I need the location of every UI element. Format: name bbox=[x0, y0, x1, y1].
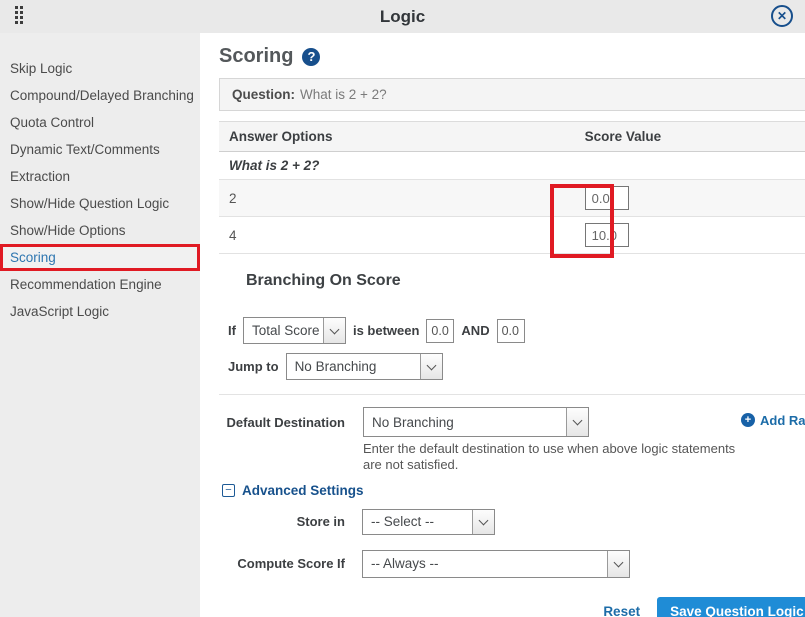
store-in-select[interactable]: -- Select -- bbox=[362, 509, 495, 535]
chevron-down-icon bbox=[607, 551, 629, 577]
plus-circle-icon: + bbox=[741, 413, 755, 427]
question-label: Question: bbox=[232, 87, 295, 102]
answer-options-table: Answer Options Score Value What is 2 + 2… bbox=[219, 121, 805, 254]
dialog-title: Logic bbox=[0, 7, 805, 27]
default-destination-help-text: Enter the default destination to use whe… bbox=[363, 441, 741, 474]
logic-dialog: Logic ✕ Skip Logic Compound/Delayed Bran… bbox=[0, 0, 805, 617]
branching-on-score-section: Branching On Score If Total Score is bet… bbox=[219, 272, 805, 380]
table-group-row: What is 2 + 2? bbox=[219, 152, 805, 180]
scoring-title: Scoring bbox=[219, 45, 293, 68]
and-label: AND bbox=[461, 323, 489, 338]
reset-link[interactable]: Reset bbox=[603, 604, 640, 617]
sidebar-item-dynamic-text-comments[interactable]: Dynamic Text/Comments bbox=[0, 136, 200, 163]
sidebar-item-scoring[interactable]: Scoring bbox=[0, 244, 200, 271]
section-divider bbox=[219, 394, 805, 395]
collapse-minus-icon: − bbox=[222, 484, 235, 497]
column-header-score-value: Score Value bbox=[575, 122, 805, 152]
close-icon[interactable]: ✕ bbox=[771, 5, 793, 27]
answer-option-label: 2 bbox=[219, 180, 575, 217]
question-text: What is 2 + 2? bbox=[300, 87, 387, 102]
default-destination-row: Default Destination No Branching Enter t… bbox=[219, 407, 805, 474]
sidebar-item-show-hide-question-logic[interactable]: Show/Hide Question Logic bbox=[0, 190, 200, 217]
drag-handle-icon[interactable] bbox=[15, 6, 23, 24]
page-title: Scoring ? bbox=[219, 45, 805, 68]
chevron-down-icon bbox=[323, 318, 345, 343]
chevron-down-icon bbox=[566, 408, 588, 436]
table-row: 2 bbox=[219, 180, 805, 217]
store-in-row: Store in -- Select -- bbox=[219, 509, 805, 535]
advanced-settings-toggle[interactable]: − Advanced Settings bbox=[219, 483, 805, 498]
column-header-answer-options: Answer Options bbox=[219, 122, 575, 152]
question-summary: Question: What is 2 + 2? bbox=[219, 78, 805, 111]
store-in-label: Store in bbox=[219, 514, 345, 529]
sidebar-item-quota-control[interactable]: Quota Control bbox=[0, 109, 200, 136]
sidebar-item-extraction[interactable]: Extraction bbox=[0, 163, 200, 190]
branching-section-title: Branching On Score bbox=[246, 272, 805, 290]
sidebar-item-javascript-logic[interactable]: JavaScript Logic bbox=[0, 298, 200, 325]
advanced-settings-label: Advanced Settings bbox=[242, 483, 364, 498]
compute-score-if-select[interactable]: -- Always -- bbox=[362, 550, 630, 578]
question-group-label: What is 2 + 2? bbox=[219, 152, 805, 180]
if-label: If bbox=[228, 323, 236, 338]
scoring-panel: Scoring ? Question: What is 2 + 2? Answe… bbox=[200, 33, 805, 617]
jump-to-row: Jump to No Branching bbox=[228, 353, 805, 380]
is-between-label: is between bbox=[353, 323, 419, 338]
dialog-titlebar: Logic ✕ bbox=[0, 0, 805, 33]
jump-to-label: Jump to bbox=[228, 359, 279, 374]
help-icon[interactable]: ? bbox=[302, 48, 320, 66]
chevron-down-icon bbox=[420, 354, 442, 379]
compute-score-if-row: Compute Score If -- Always -- bbox=[219, 550, 805, 578]
score-value-input[interactable] bbox=[585, 223, 629, 247]
chevron-down-icon bbox=[472, 510, 494, 534]
score-value-input[interactable] bbox=[585, 186, 629, 210]
default-destination-label: Default Destination bbox=[219, 407, 345, 474]
sidebar-item-skip-logic[interactable]: Skip Logic bbox=[0, 55, 200, 82]
logic-sidebar: Skip Logic Compound/Delayed Branching Qu… bbox=[0, 33, 200, 617]
jump-destination-select[interactable]: No Branching bbox=[286, 353, 443, 380]
add-range-link[interactable]: + Add Range bbox=[741, 407, 805, 474]
sidebar-item-recommendation-engine[interactable]: Recommendation Engine bbox=[0, 271, 200, 298]
dialog-footer: Reset Save Question Logic bbox=[219, 597, 805, 617]
range-max-input[interactable] bbox=[497, 319, 525, 343]
sidebar-item-compound-delayed-branching[interactable]: Compound/Delayed Branching bbox=[0, 82, 200, 109]
save-question-logic-button[interactable]: Save Question Logic bbox=[657, 597, 805, 617]
range-min-input[interactable] bbox=[426, 319, 454, 343]
score-range-rule-row: If Total Score is between AND bbox=[228, 317, 805, 344]
sidebar-item-show-hide-options[interactable]: Show/Hide Options bbox=[0, 217, 200, 244]
score-source-select[interactable]: Total Score bbox=[243, 317, 346, 344]
compute-score-if-label: Compute Score If bbox=[219, 556, 345, 571]
default-destination-select[interactable]: No Branching bbox=[363, 407, 589, 437]
answer-option-label: 4 bbox=[219, 217, 575, 254]
table-row: 4 bbox=[219, 217, 805, 254]
